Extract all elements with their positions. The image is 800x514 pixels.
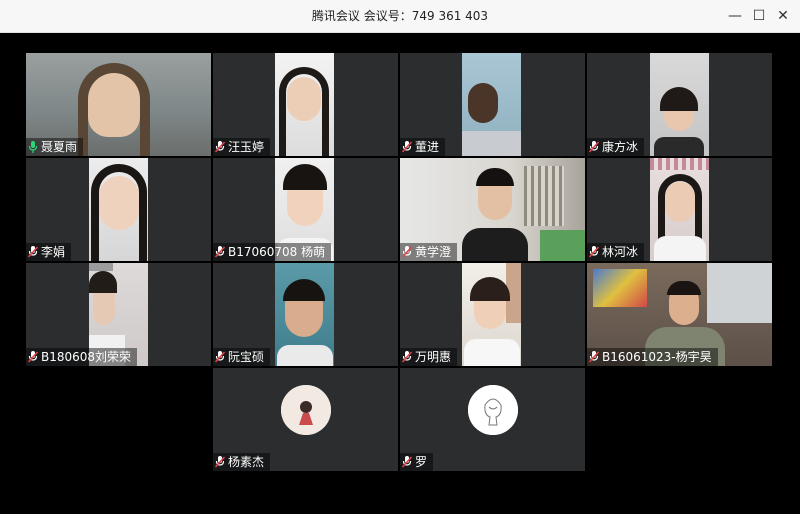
microphone-muted-icon xyxy=(402,456,412,468)
maximize-button[interactable]: ☐ xyxy=(747,4,771,28)
participant-name: 李娟 xyxy=(41,245,66,259)
participant-name: 康方冰 xyxy=(602,140,639,154)
participant-name-label: 黄学澄 xyxy=(400,243,458,261)
participant-video xyxy=(89,158,148,261)
participant-name-label: 林河冰 xyxy=(587,243,645,261)
close-button[interactable]: ✕ xyxy=(771,4,795,28)
participant-name: 杨素杰 xyxy=(228,455,265,469)
participant-name-label: 罗 xyxy=(400,453,434,471)
participant-tile[interactable]: B17060708 杨萌 xyxy=(213,158,398,261)
participant-name: 黄学澄 xyxy=(415,245,452,259)
window-title: 腾讯会议 会议号：749 361 403 xyxy=(311,9,489,23)
participant-name-label: 汪玉婷 xyxy=(213,138,271,156)
participant-name-label: B16061023-杨宇昊 xyxy=(587,348,718,366)
participant-tile[interactable]: 杨素杰 xyxy=(213,368,398,471)
microphone-muted-icon xyxy=(28,351,38,363)
microphone-icon xyxy=(28,141,38,153)
participant-name-label: 万明惠 xyxy=(400,348,458,366)
microphone-muted-icon xyxy=(402,246,412,258)
sketch-avatar-icon xyxy=(468,385,518,435)
participant-name: 汪玉婷 xyxy=(228,140,265,154)
participant-name: 聂夏雨 xyxy=(41,140,78,154)
participant-tile[interactable]: 汪玉婷 xyxy=(213,53,398,156)
participant-tile[interactable]: B16061023-杨宇昊 xyxy=(587,263,772,366)
microphone-muted-icon xyxy=(589,246,599,258)
participant-name-label: B180608刘荣荣 xyxy=(26,348,138,366)
participant-name-label: 聂夏雨 xyxy=(26,138,84,156)
title-bar: 腾讯会议 会议号：749 361 403 — ☐ ✕ xyxy=(0,0,800,33)
participant-tile[interactable]: 罗 xyxy=(400,368,585,471)
microphone-muted-icon xyxy=(215,246,225,258)
participant-tile[interactable]: 李娟 xyxy=(26,158,211,261)
microphone-muted-icon xyxy=(215,456,225,468)
microphone-muted-icon xyxy=(402,351,412,363)
participant-name: 阮宝硕 xyxy=(228,350,265,364)
participant-name-label: 康方冰 xyxy=(587,138,645,156)
participant-video xyxy=(275,263,334,366)
participant-name: 董进 xyxy=(415,140,440,154)
participant-tile[interactable]: 董进 xyxy=(400,53,585,156)
participant-video xyxy=(650,53,709,156)
participant-tile[interactable]: 林河冰 xyxy=(587,158,772,261)
participant-name-label: 阮宝硕 xyxy=(213,348,271,366)
participant-name-label: 李娟 xyxy=(26,243,72,261)
microphone-muted-icon xyxy=(402,141,412,153)
microphone-muted-icon xyxy=(589,351,599,363)
participant-tile[interactable]: 阮宝硕 xyxy=(213,263,398,366)
microphone-muted-icon xyxy=(215,351,225,363)
participant-video xyxy=(275,53,334,156)
participant-name-label: 董进 xyxy=(400,138,446,156)
participant-name-label: B17060708 杨萌 xyxy=(213,243,332,261)
participant-video xyxy=(462,263,521,366)
participant-tile[interactable]: 聂夏雨 xyxy=(26,53,211,156)
participant-tile[interactable]: 康方冰 xyxy=(587,53,772,156)
minimize-button[interactable]: — xyxy=(723,4,747,28)
participant-name: 万明惠 xyxy=(415,350,452,364)
participant-video xyxy=(462,53,521,156)
participant-tile[interactable]: 黄学澄 xyxy=(400,158,585,261)
microphone-muted-icon xyxy=(215,141,225,153)
participant-tile[interactable]: 万明惠 xyxy=(400,263,585,366)
participant-name: B16061023-杨宇昊 xyxy=(602,350,712,364)
participant-name-label: 杨素杰 xyxy=(213,453,271,471)
microphone-muted-icon xyxy=(28,246,38,258)
participant-name: B180608刘荣荣 xyxy=(41,350,132,364)
participant-name: 林河冰 xyxy=(602,245,639,259)
participant-tile[interactable]: B180608刘荣荣 xyxy=(26,263,211,366)
video-grid: 聂夏雨 汪玉婷 董进 康方冰 李娟 B17060708 杨萌 黄学澄 林河冰 B… xyxy=(26,53,772,471)
girl-avatar-icon xyxy=(281,385,331,435)
participant-name: B17060708 杨萌 xyxy=(228,245,326,259)
participant-video xyxy=(650,158,709,261)
participant-name: 罗 xyxy=(415,455,428,469)
microphone-muted-icon xyxy=(589,141,599,153)
